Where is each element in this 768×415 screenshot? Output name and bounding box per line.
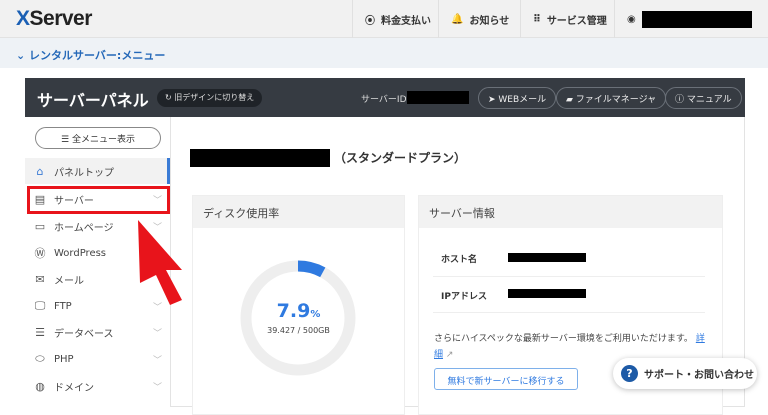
sidebar-item-php[interactable]: ⬭ PHP ﹀	[25, 346, 170, 372]
webmail-button[interactable]: ➤ WEBメール	[478, 87, 557, 109]
server-id-label: サーバーID	[361, 95, 407, 105]
ip-value	[508, 289, 586, 298]
monitor-icon: 🖵	[34, 299, 46, 312]
yen-icon: ⦿	[365, 15, 375, 27]
chevron-down-icon: ⌄	[16, 49, 30, 62]
user-icon: ◉	[627, 13, 636, 25]
globe-icon: ◍	[35, 379, 45, 393]
all-menu-button[interactable]: ☰ 全メニュー表示	[35, 127, 161, 149]
sidebar-item-database[interactable]: ☰ データベース ﹀	[25, 319, 170, 345]
server-id-value	[407, 91, 469, 104]
xserver-logo[interactable]: XServer	[16, 7, 92, 31]
highlight-box	[27, 186, 170, 214]
notice-link[interactable]: 🔔 お知らせ	[438, 0, 521, 38]
host-label: ホスト名	[441, 255, 478, 265]
panel-title: サーバーパネル	[37, 91, 149, 110]
ip-label: IPアドレス	[441, 292, 487, 302]
top-bar: XServer ⦿ 料金支払い 🔔 お知らせ ⠿ サービス管理 ◉	[0, 0, 768, 38]
folder-icon: ▰	[566, 95, 576, 105]
disk-usage-text: 39.427 / 500GB	[267, 326, 330, 335]
support-button[interactable]: ? サポート・お問い合わせ	[613, 358, 757, 389]
external-link-icon: ↗	[445, 350, 454, 360]
sidebar-item-top[interactable]: ⌂ パネルトップ	[25, 158, 170, 184]
manual-button[interactable]: ⓘ マニュアル	[665, 87, 742, 109]
red-arrow-annotation	[138, 220, 182, 305]
menu-icon: ☰	[61, 135, 72, 145]
home-icon: ⌂	[36, 164, 44, 178]
chevron-down-icon: ﹀	[152, 355, 162, 366]
account-menu[interactable]: ◉	[614, 0, 768, 38]
disk-card-title: ディスク使用率	[193, 196, 404, 228]
disk-percent: 7.9%	[276, 300, 321, 322]
panel-header: サーバーパネル ↻ 旧デザインに切り替え サーバーID ➤ WEBメール ▰ フ…	[25, 78, 745, 117]
plan-label: （スタンダードプラン）	[334, 151, 467, 165]
grid-icon: ⠿	[533, 13, 541, 25]
chevron-down-icon: ﹀	[152, 328, 162, 339]
browser-icon: ▭	[34, 219, 46, 233]
file-manager-button[interactable]: ▰ ファイルマネージャ	[556, 87, 667, 109]
migrate-button[interactable]: 無料で新サーバーに移行する	[434, 368, 578, 390]
server-name-redacted	[190, 149, 330, 167]
disk-usage-card: ディスク使用率 7.9% 39.427 / 500GB	[192, 195, 405, 415]
help-icon: ⓘ	[675, 95, 687, 105]
wordpress-icon: Ⓦ	[34, 247, 46, 260]
refresh-icon: ↻	[165, 93, 175, 102]
breadcrumb[interactable]: ⌄ レンタルサーバー:メニュー	[0, 38, 768, 68]
chevron-down-icon: ﹀	[152, 382, 162, 393]
sidebar-item-domain[interactable]: ◍ ドメイン ﹀	[25, 373, 170, 399]
php-icon: ⬭	[35, 352, 45, 365]
send-icon: ➤	[488, 95, 499, 105]
bell-icon: 🔔	[451, 13, 464, 25]
host-value	[508, 253, 586, 262]
service-link[interactable]: ⠿ サービス管理	[520, 0, 619, 38]
database-icon: ☰	[35, 325, 45, 339]
old-design-button[interactable]: ↻ 旧デザインに切り替え	[157, 89, 263, 107]
payment-link[interactable]: ⦿ 料金支払い	[352, 0, 443, 38]
question-icon: ?	[621, 365, 638, 382]
server-info-title: サーバー情報	[419, 196, 722, 228]
mail-icon: ✉	[35, 272, 45, 286]
